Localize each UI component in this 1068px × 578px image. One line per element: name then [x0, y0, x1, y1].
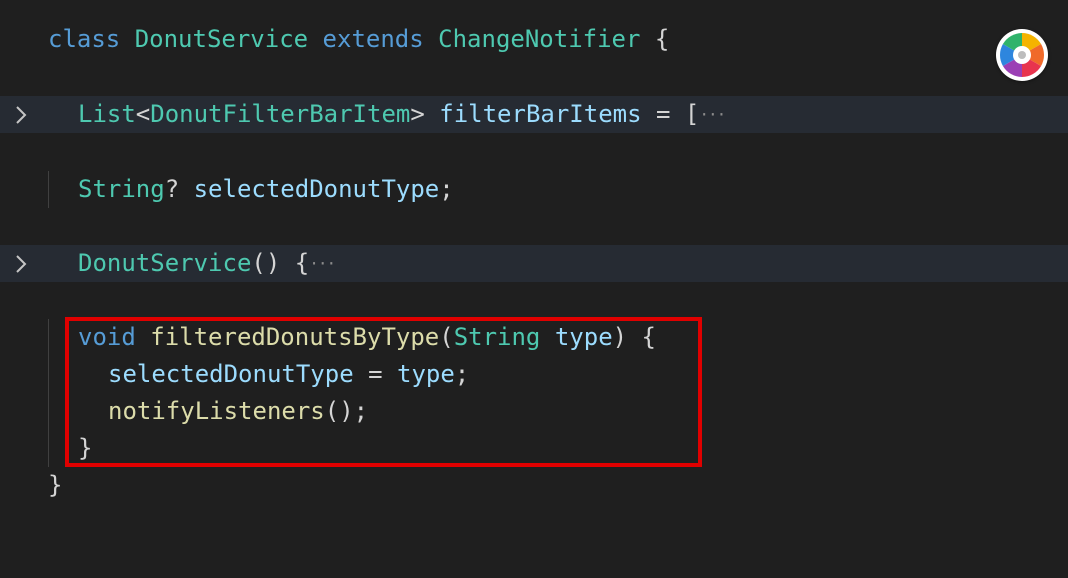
- folded-ellipsis[interactable]: ···: [699, 96, 726, 133]
- highlight-box: [65, 317, 702, 467]
- type-filter-bar-item: DonutFilterBarItem: [150, 100, 411, 128]
- generic-close: >: [410, 100, 425, 128]
- code-editor[interactable]: class DonutService extends ChangeNotifie…: [0, 0, 1068, 534]
- parent-class-name: ChangeNotifier: [438, 25, 641, 53]
- field-filter-bar-items: filterBarItems: [439, 100, 642, 128]
- constructor-name: DonutService: [78, 249, 252, 277]
- assign-open-bracket: = [: [641, 100, 700, 128]
- color-wheel-icon[interactable]: [996, 29, 1048, 81]
- type-list: List: [78, 100, 136, 128]
- semicolon: ;: [439, 175, 454, 203]
- code-line-class-declaration[interactable]: class DonutService extends ChangeNotifie…: [0, 21, 1068, 58]
- code-line-selected-donut-type[interactable]: String? selectedDonutType;: [0, 171, 1068, 208]
- chevron-right-icon[interactable]: [14, 96, 34, 133]
- type-string: String: [78, 175, 165, 203]
- class-name: DonutService: [134, 25, 309, 53]
- generic-open: <: [135, 100, 151, 128]
- chevron-right-icon[interactable]: [14, 245, 34, 282]
- close-brace: }: [48, 471, 63, 499]
- code-line-class-close[interactable]: }: [0, 467, 1068, 504]
- constructor-params: () {: [251, 249, 310, 277]
- field-selected-donut-type: selectedDonutType: [193, 175, 440, 203]
- code-line-filter-bar-items[interactable]: List<DonutFilterBarItem> filterBarItems …: [0, 96, 1068, 133]
- keyword-extends: extends: [322, 25, 424, 53]
- open-brace: {: [640, 25, 670, 53]
- keyword-class: class: [48, 25, 121, 53]
- folded-ellipsis[interactable]: ···: [309, 245, 336, 282]
- code-line-constructor[interactable]: DonutService() {···: [0, 245, 1068, 282]
- nullable-mark: ?: [164, 175, 194, 203]
